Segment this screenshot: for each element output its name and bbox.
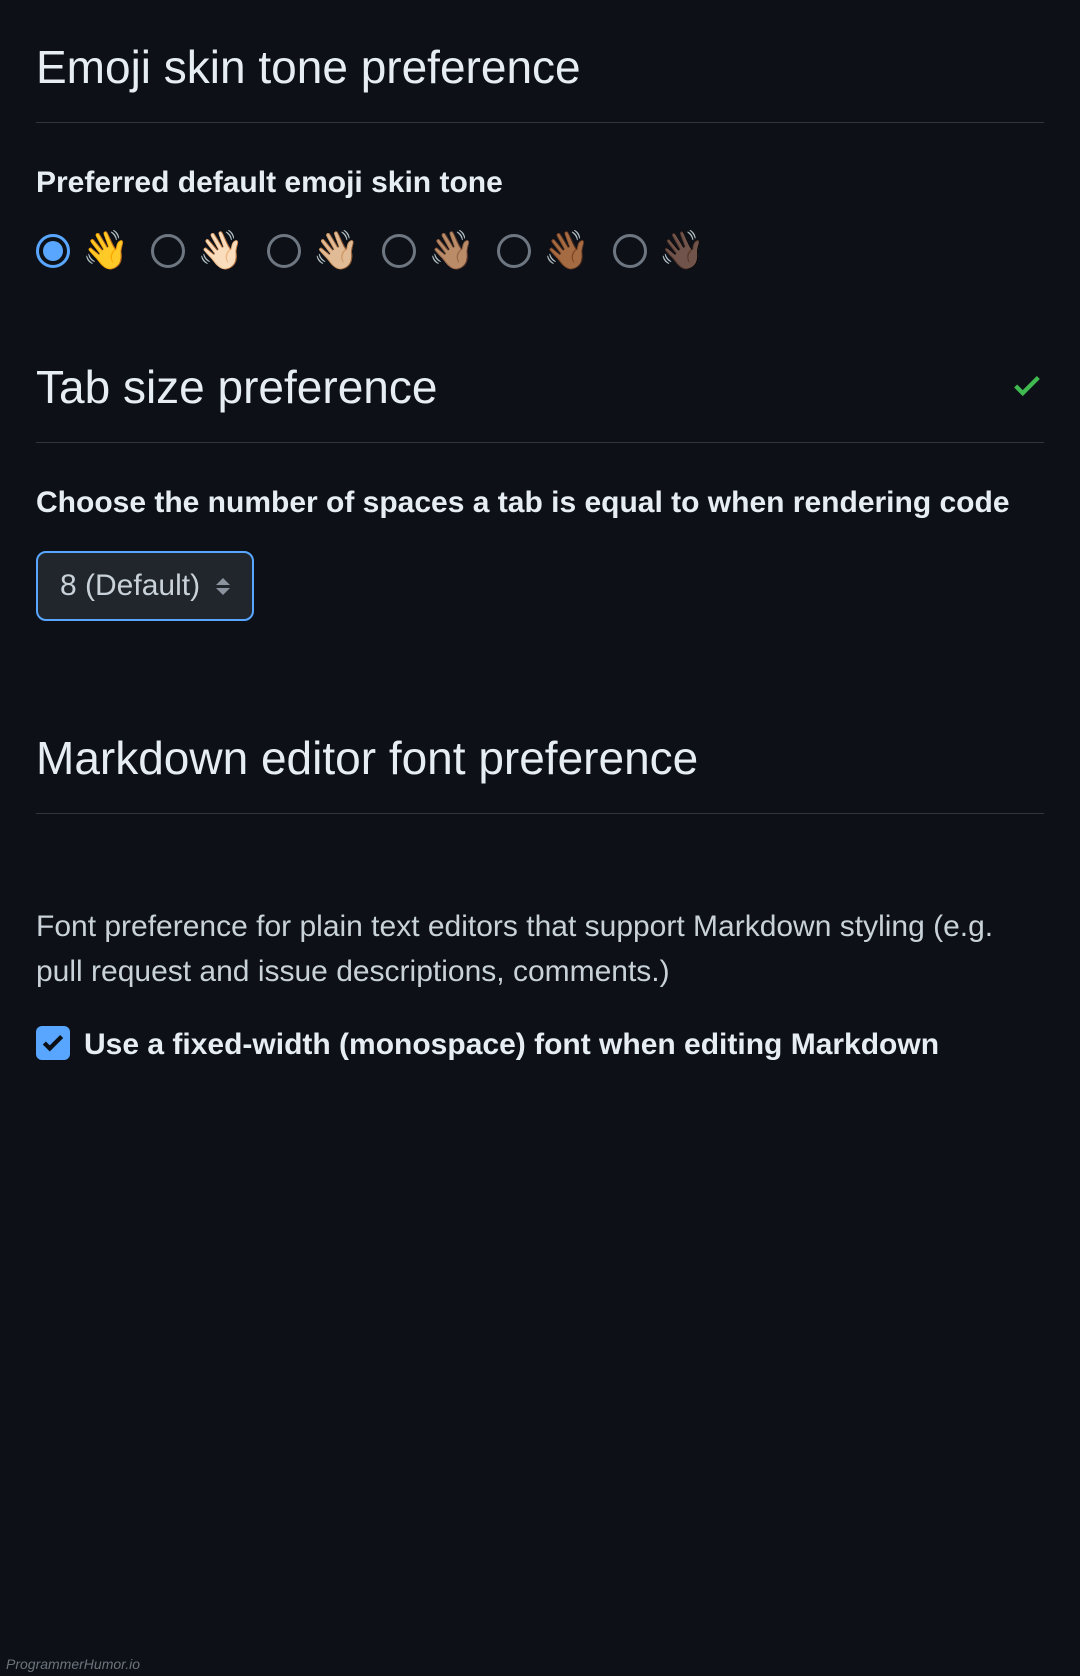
emoji-skin-tone-heading: Emoji skin tone preference [36, 40, 1044, 123]
emoji-heading-text: Emoji skin tone preference [36, 40, 581, 94]
skin-tone-radio-0[interactable] [36, 234, 70, 268]
skin-tone-options-row: 👋 👋🏻 👋🏼 👋🏽 👋🏾 👋🏿 [36, 232, 1044, 270]
monospace-checkbox-label: Use a fixed-width (monospace) font when … [84, 1022, 939, 1067]
markdown-body-text: Font preference for plain text editors t… [36, 904, 1044, 994]
markdown-heading-text: Markdown editor font preference [36, 731, 698, 785]
monospace-checkbox-row[interactable]: Use a fixed-width (monospace) font when … [36, 1022, 1044, 1067]
skin-tone-radio-1[interactable] [151, 234, 185, 268]
skin-tone-radio-2[interactable] [267, 234, 301, 268]
skin-tone-option-1[interactable]: 👋🏻 [151, 232, 244, 270]
wave-emoji-icon: 👋🏻 [197, 232, 244, 270]
tab-heading-text: Tab size preference [36, 360, 437, 414]
tab-size-select[interactable]: 8 (Default) [36, 551, 254, 621]
tab-size-heading: Tab size preference [36, 360, 1044, 443]
wave-emoji-icon: 👋 [82, 232, 129, 270]
monospace-checkbox[interactable] [36, 1026, 70, 1060]
wave-emoji-icon: 👋🏾 [543, 232, 590, 270]
tab-size-select-value: 8 (Default) [60, 569, 200, 603]
markdown-font-heading: Markdown editor font preference [36, 731, 1044, 814]
skin-tone-option-5[interactable]: 👋🏿 [613, 232, 706, 270]
skin-tone-option-3[interactable]: 👋🏽 [382, 232, 475, 270]
skin-tone-radio-3[interactable] [382, 234, 416, 268]
wave-emoji-icon: 👋🏼 [313, 232, 360, 270]
select-caret-icon [216, 578, 230, 595]
tab-subheading: Choose the number of spaces a tab is equ… [36, 483, 1044, 524]
check-icon [1010, 360, 1044, 414]
emoji-subheading: Preferred default emoji skin tone [36, 163, 1044, 204]
skin-tone-option-4[interactable]: 👋🏾 [497, 232, 590, 270]
skin-tone-radio-5[interactable] [613, 234, 647, 268]
wave-emoji-icon: 👋🏽 [428, 232, 475, 270]
skin-tone-option-2[interactable]: 👋🏼 [267, 232, 360, 270]
watermark: ProgrammerHumor.io [6, 1656, 140, 1672]
skin-tone-radio-4[interactable] [497, 234, 531, 268]
skin-tone-option-0[interactable]: 👋 [36, 232, 129, 270]
wave-emoji-icon: 👋🏿 [659, 232, 706, 270]
